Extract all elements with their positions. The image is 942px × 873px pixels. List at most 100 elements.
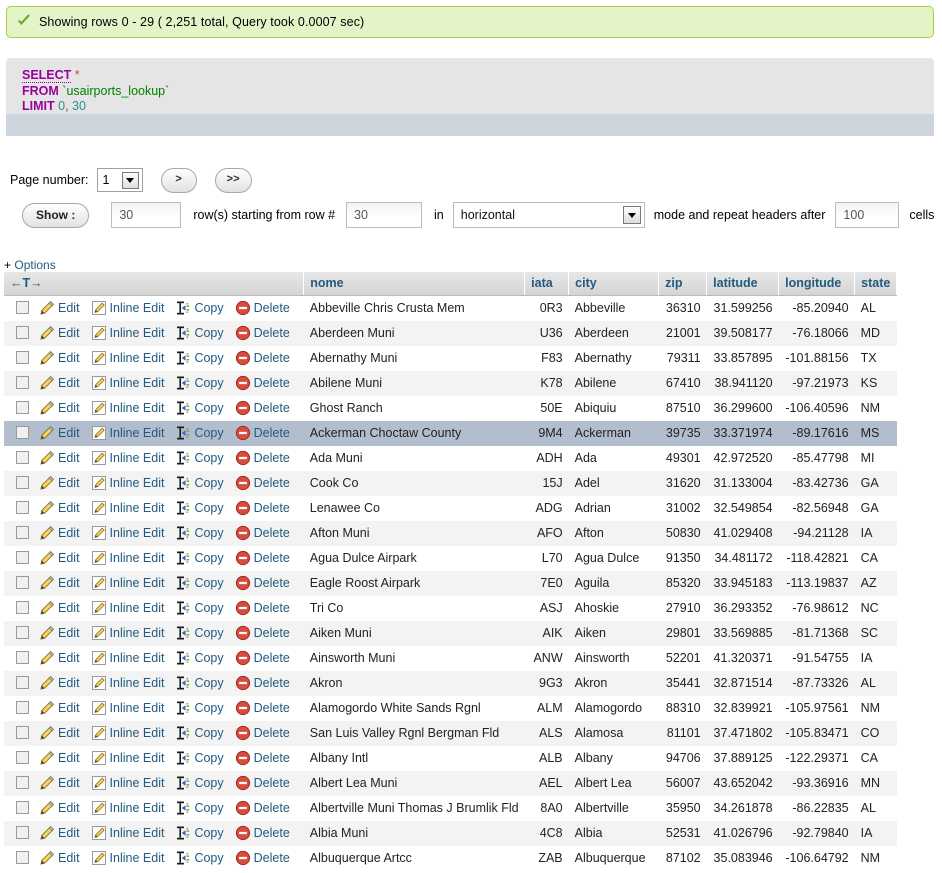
row-select-checkbox[interactable] xyxy=(16,501,29,514)
delete-link[interactable]: Delete xyxy=(235,500,290,516)
rows-count-input[interactable] xyxy=(111,202,181,228)
column-header-zip[interactable]: zip xyxy=(659,272,707,296)
edit-link[interactable]: Edit xyxy=(39,425,80,441)
edit-link[interactable]: Edit xyxy=(39,500,80,516)
inline-edit-link[interactable]: Inline Edit xyxy=(91,800,165,816)
column-header-city[interactable]: city xyxy=(569,272,659,296)
delete-link[interactable]: Delete xyxy=(235,850,290,866)
table-row[interactable]: EditInline EditCopyDeleteAlbuquerque Art… xyxy=(4,846,897,871)
delete-link[interactable]: Delete xyxy=(235,800,290,816)
edit-link[interactable]: Edit xyxy=(39,475,80,491)
copy-link[interactable]: Copy xyxy=(175,825,223,841)
inline-edit-link[interactable]: Inline Edit xyxy=(91,375,165,391)
copy-link[interactable]: Copy xyxy=(175,525,223,541)
inline-edit-link[interactable]: Inline Edit xyxy=(91,475,165,491)
edit-link[interactable]: Edit xyxy=(39,625,80,641)
inline-edit-link[interactable]: Inline Edit xyxy=(91,400,165,416)
column-header-longitude[interactable]: longitude xyxy=(779,272,855,296)
copy-link[interactable]: Copy xyxy=(175,725,223,741)
inline-edit-link[interactable]: Inline Edit xyxy=(91,500,165,516)
delete-link[interactable]: Delete xyxy=(235,700,290,716)
table-row[interactable]: EditInline EditCopyDeleteAlamogordo Whit… xyxy=(4,696,897,721)
delete-link[interactable]: Delete xyxy=(235,825,290,841)
edit-link[interactable]: Edit xyxy=(39,825,80,841)
inline-edit-link[interactable]: Inline Edit xyxy=(91,675,165,691)
copy-link[interactable]: Copy xyxy=(175,400,223,416)
inline-edit-link[interactable]: Inline Edit xyxy=(91,600,165,616)
inline-edit-link[interactable]: Inline Edit xyxy=(91,775,165,791)
edit-link[interactable]: Edit xyxy=(39,350,80,366)
delete-link[interactable]: Delete xyxy=(235,650,290,666)
row-select-checkbox[interactable] xyxy=(16,701,29,714)
edit-link[interactable]: Edit xyxy=(39,300,80,316)
edit-link[interactable]: Edit xyxy=(39,325,80,341)
copy-link[interactable]: Copy xyxy=(175,500,223,516)
row-select-checkbox[interactable] xyxy=(16,601,29,614)
inline-edit-link[interactable]: Inline Edit xyxy=(91,825,165,841)
delete-link[interactable]: Delete xyxy=(235,600,290,616)
row-select-checkbox[interactable] xyxy=(16,326,29,339)
table-row[interactable]: EditInline EditCopyDeleteAlbertville Mun… xyxy=(4,796,897,821)
row-select-checkbox[interactable] xyxy=(16,801,29,814)
inline-edit-link[interactable]: Inline Edit xyxy=(91,525,165,541)
edit-link[interactable]: Edit xyxy=(39,575,80,591)
delete-link[interactable]: Delete xyxy=(235,475,290,491)
inline-edit-link[interactable]: Inline Edit xyxy=(91,550,165,566)
copy-link[interactable]: Copy xyxy=(175,425,223,441)
table-row[interactable]: EditInline EditCopyDeleteAfton MuniAFOAf… xyxy=(4,521,897,546)
last-page-button[interactable]: >> xyxy=(215,168,252,193)
copy-link[interactable]: Copy xyxy=(175,350,223,366)
inline-edit-link[interactable]: Inline Edit xyxy=(91,700,165,716)
copy-link[interactable]: Copy xyxy=(175,550,223,566)
copy-link[interactable]: Copy xyxy=(175,575,223,591)
row-select-checkbox[interactable] xyxy=(16,576,29,589)
row-select-checkbox[interactable] xyxy=(16,351,29,364)
copy-link[interactable]: Copy xyxy=(175,450,223,466)
display-mode-select[interactable]: horizontal xyxy=(453,202,645,228)
delete-link[interactable]: Delete xyxy=(235,325,290,341)
edit-link[interactable]: Edit xyxy=(39,525,80,541)
row-select-checkbox[interactable] xyxy=(16,376,29,389)
column-header-nome[interactable]: nome xyxy=(304,272,525,296)
row-select-checkbox[interactable] xyxy=(16,626,29,639)
table-row[interactable]: EditInline EditCopyDeleteGhost Ranch50EA… xyxy=(4,396,897,421)
start-row-input[interactable] xyxy=(346,202,422,228)
table-row[interactable]: EditInline EditCopyDeleteAkron9G3Akron35… xyxy=(4,671,897,696)
row-select-checkbox[interactable] xyxy=(16,301,29,314)
column-header-state[interactable]: state xyxy=(855,272,897,296)
row-select-checkbox[interactable] xyxy=(16,676,29,689)
edit-link[interactable]: Edit xyxy=(39,700,80,716)
repeat-headers-input[interactable] xyxy=(835,202,899,228)
edit-link[interactable]: Edit xyxy=(39,400,80,416)
edit-link[interactable]: Edit xyxy=(39,550,80,566)
options-toggle-link[interactable]: + Options xyxy=(4,258,56,272)
delete-link[interactable]: Delete xyxy=(235,775,290,791)
row-select-checkbox[interactable] xyxy=(16,401,29,414)
sql-query-text[interactable]: SELECT * FROM `usairports_lookup` LIMIT … xyxy=(6,58,934,115)
copy-link[interactable]: Copy xyxy=(175,700,223,716)
edit-link[interactable]: Edit xyxy=(39,375,80,391)
inline-edit-link[interactable]: Inline Edit xyxy=(91,750,165,766)
row-select-checkbox[interactable] xyxy=(16,776,29,789)
table-row[interactable]: EditInline EditCopyDeleteAbernathy MuniF… xyxy=(4,346,897,371)
row-select-checkbox[interactable] xyxy=(16,476,29,489)
table-row[interactable]: EditInline EditCopyDeleteAiken MuniAIKAi… xyxy=(4,621,897,646)
table-row[interactable]: EditInline EditCopyDeleteAlbert Lea Muni… xyxy=(4,771,897,796)
table-row[interactable]: EditInline EditCopyDeleteCook Co15JAdel3… xyxy=(4,471,897,496)
copy-link[interactable]: Copy xyxy=(175,325,223,341)
edit-link[interactable]: Edit xyxy=(39,750,80,766)
copy-link[interactable]: Copy xyxy=(175,675,223,691)
row-select-checkbox[interactable] xyxy=(16,826,29,839)
delete-link[interactable]: Delete xyxy=(235,400,290,416)
page-number-select[interactable]: 1 xyxy=(97,168,143,192)
delete-link[interactable]: Delete xyxy=(235,575,290,591)
inline-edit-link[interactable]: Inline Edit xyxy=(91,850,165,866)
row-select-checkbox[interactable] xyxy=(16,726,29,739)
table-row[interactable]: EditInline EditCopyDeleteAgua Dulce Airp… xyxy=(4,546,897,571)
copy-link[interactable]: Copy xyxy=(175,775,223,791)
edit-link[interactable]: Edit xyxy=(39,650,80,666)
inline-edit-link[interactable]: Inline Edit xyxy=(91,650,165,666)
row-select-checkbox[interactable] xyxy=(16,651,29,664)
edit-link[interactable]: Edit xyxy=(39,775,80,791)
show-button[interactable]: Show : xyxy=(22,203,89,228)
